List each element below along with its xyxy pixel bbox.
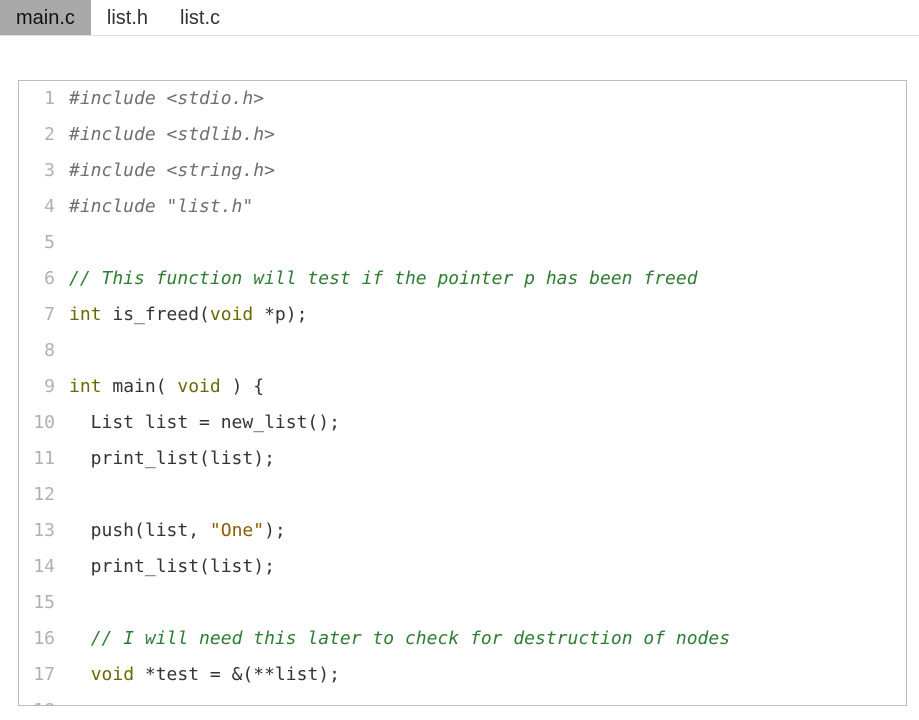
code-token: int <box>69 304 102 325</box>
code-content[interactable]: #include <stdlib.h> <box>65 117 906 153</box>
code-token: List list = new_list(); <box>69 412 340 433</box>
code-token: print_list(list); <box>69 448 275 469</box>
code-line[interactable]: 1#include <stdio.h> <box>19 81 906 117</box>
code-line[interactable]: 3#include <string.h> <box>19 153 906 189</box>
line-number: 16 <box>19 621 65 657</box>
line-number: 5 <box>19 225 65 261</box>
code-token: print_list(list); <box>69 556 275 577</box>
code-token: #include "list.h" <box>69 196 253 217</box>
code-token: ); <box>264 520 286 541</box>
code-line[interactable]: 2#include <stdlib.h> <box>19 117 906 153</box>
editor-frame: 1#include <stdio.h>2#include <stdlib.h>3… <box>18 80 907 706</box>
line-number: 8 <box>19 333 65 369</box>
code-line[interactable]: 9int main( void ) { <box>19 369 906 405</box>
line-number: 17 <box>19 657 65 693</box>
code-line[interactable]: 12 <box>19 477 906 513</box>
code-token: *test = &(**list); <box>134 664 340 685</box>
line-number: 1 <box>19 81 65 117</box>
code-line[interactable]: 5 <box>19 225 906 261</box>
code-line[interactable]: 11 print_list(list); <box>19 441 906 477</box>
code-line[interactable]: 10 List list = new_list(); <box>19 405 906 441</box>
code-token: ) { <box>221 376 264 397</box>
line-number: 3 <box>19 153 65 189</box>
code-token: void <box>91 664 134 685</box>
code-line[interactable]: 13 push(list, "One"); <box>19 513 906 549</box>
code-line[interactable]: 6// This function will test if the point… <box>19 261 906 297</box>
code-token: // This function will test if the pointe… <box>69 268 698 289</box>
code-line[interactable]: 4#include "list.h" <box>19 189 906 225</box>
code-token: void <box>210 304 253 325</box>
code-token: "One" <box>210 520 264 541</box>
tab-main-c[interactable]: main.c <box>0 0 91 35</box>
code-token <box>69 664 91 685</box>
line-number: 9 <box>19 369 65 405</box>
line-number: 2 <box>19 117 65 153</box>
code-token: push(list, <box>69 520 210 541</box>
code-token: #include <string.h> <box>69 160 275 181</box>
code-line[interactable]: 16 // I will need this later to check fo… <box>19 621 906 657</box>
code-token: void <box>177 376 220 397</box>
code-content[interactable]: push(list, "One"); <box>65 513 906 549</box>
code-content[interactable]: // I will need this later to check for d… <box>65 621 906 657</box>
line-number: 14 <box>19 549 65 585</box>
line-number: 7 <box>19 297 65 333</box>
line-number: 6 <box>19 261 65 297</box>
line-number: 4 <box>19 189 65 225</box>
code-token: int <box>69 376 102 397</box>
code-line[interactable]: 8 <box>19 333 906 369</box>
code-content[interactable]: // This function will test if the pointe… <box>65 261 906 297</box>
code-content[interactable]: print_list(list); <box>65 549 906 585</box>
code-content[interactable]: #include <string.h> <box>65 153 906 189</box>
code-content[interactable]: List list = new_list(); <box>65 405 906 441</box>
code-token <box>69 628 91 649</box>
line-number: 12 <box>19 477 65 513</box>
tab-bar: main.clist.hlist.c <box>0 0 919 36</box>
code-line[interactable]: 17 void *test = &(**list); <box>19 657 906 693</box>
tab-list-h[interactable]: list.h <box>91 0 164 35</box>
code-token: is_freed( <box>102 304 210 325</box>
code-content[interactable]: #include <stdio.h> <box>65 81 906 117</box>
code-line[interactable]: 15 <box>19 585 906 621</box>
code-token: #include <stdio.h> <box>69 88 264 109</box>
line-number: 15 <box>19 585 65 621</box>
code-content[interactable]: int main( void ) { <box>65 369 906 405</box>
line-number: 10 <box>19 405 65 441</box>
line-number: 18 <box>19 693 65 705</box>
code-content[interactable]: #include "list.h" <box>65 189 906 225</box>
editor-scroll[interactable]: 1#include <stdio.h>2#include <stdlib.h>3… <box>19 81 906 705</box>
code-token: *p); <box>253 304 307 325</box>
code-token: #include <stdlib.h> <box>69 124 275 145</box>
code-content[interactable]: print_list(list); <box>65 441 906 477</box>
code-line[interactable]: 7int is_freed(void *p); <box>19 297 906 333</box>
tab-list-c[interactable]: list.c <box>164 0 236 35</box>
line-number: 11 <box>19 441 65 477</box>
code-token: // I will need this later to check for d… <box>91 628 730 649</box>
code-content[interactable]: int is_freed(void *p); <box>65 297 906 333</box>
line-number: 13 <box>19 513 65 549</box>
code-token: main( <box>102 376 178 397</box>
code-line[interactable]: 18 <box>19 693 906 705</box>
code-line[interactable]: 14 print_list(list); <box>19 549 906 585</box>
code-content[interactable]: void *test = &(**list); <box>65 657 906 693</box>
